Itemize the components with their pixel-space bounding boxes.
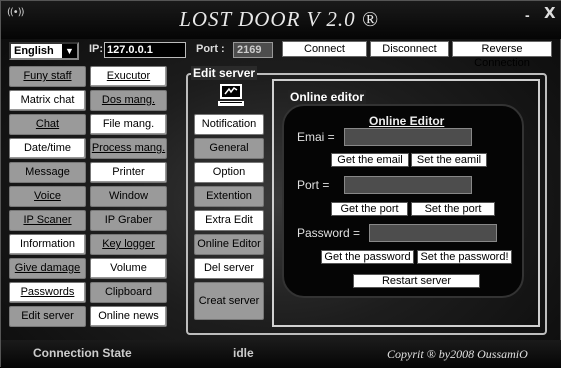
tool-button-label: Message — [25, 166, 70, 178]
tool-button-file-mang[interactable]: File mang. — [90, 114, 167, 135]
reverse-connection-button[interactable]: Reverse Connection — [452, 41, 552, 69]
computer-icon — [218, 84, 244, 106]
tool-button-label: Information — [19, 238, 76, 250]
tool-button-exucutor[interactable]: Exucutor — [90, 66, 167, 87]
tool-button-ip-graber[interactable]: IP Graber — [90, 210, 167, 231]
tool-button-label: Exucutor — [106, 70, 151, 82]
ip-label: IP: — [89, 43, 104, 55]
tool-button-label: File mang. — [102, 118, 155, 130]
set-email-button[interactable]: Set the eamil — [411, 153, 487, 167]
tool-button-label: Give damage — [14, 262, 81, 274]
edit-menu-creat-server[interactable]: Creat server — [194, 282, 264, 320]
port-field-label: Port = — [297, 178, 330, 192]
copyright-text: Copyrit ® by2008 OussamiO — [387, 347, 528, 361]
tool-button-label: Process mang. — [91, 142, 166, 154]
disconnect-button[interactable]: Disconnect — [370, 41, 449, 57]
edit-menu-online-editor[interactable]: Online Editor — [194, 234, 264, 255]
tool-button-voice[interactable]: Voice — [9, 186, 86, 207]
language-select[interactable]: English ▼ — [9, 42, 79, 60]
edit-menu-notification[interactable]: Notification — [194, 114, 264, 135]
tool-button-label: Key logger — [102, 238, 155, 250]
tool-button-label: IP Graber — [104, 214, 153, 226]
minimize-button[interactable]: - — [525, 7, 537, 23]
tool-button-label: Online news — [98, 310, 159, 322]
tool-button-dos-mang[interactable]: Dos mang. — [90, 90, 167, 111]
email-field[interactable] — [344, 128, 472, 146]
online-editor-group-title: Online editor — [288, 90, 367, 104]
tool-button-label: Funy staff — [23, 70, 72, 82]
tool-button-information[interactable]: Information — [9, 234, 86, 255]
get-email-button[interactable]: Get the email — [331, 153, 409, 167]
password-field[interactable] — [369, 224, 497, 242]
main-window: ((•)) LOST DOOR V 2.0 ® - X English ▼ IP… — [0, 0, 561, 368]
restart-server-button[interactable]: Restart server — [353, 274, 480, 288]
close-button[interactable]: X — [544, 4, 558, 22]
tool-button-key-logger[interactable]: Key logger — [90, 234, 167, 255]
window-title: LOST DOOR V 2.0 ® — [179, 7, 379, 31]
app-logo-icon: ((•)) — [7, 7, 25, 18]
tool-button-label: Voice — [34, 190, 61, 202]
tool-button-label: Dos mang. — [101, 94, 156, 106]
tool-button-label: Passwords — [20, 286, 75, 298]
port-field[interactable] — [344, 176, 472, 194]
tool-button-label: Date/time — [23, 142, 72, 154]
tool-button-edit-server[interactable]: Edit server — [9, 306, 86, 327]
tool-button-chat[interactable]: Chat — [9, 114, 86, 135]
edit-server-title: Edit server — [191, 66, 258, 80]
tool-button-passwords[interactable]: Passwords — [9, 282, 86, 303]
tool-button-funy-staff[interactable]: Funy staff — [9, 66, 86, 87]
tool-button-printer[interactable]: Printer — [90, 162, 167, 183]
tool-button-label: Matrix chat — [20, 94, 75, 106]
chevron-down-icon[interactable]: ▼ — [62, 44, 77, 58]
tool-button-window[interactable]: Window — [90, 186, 167, 207]
tool-button-give-damage[interactable]: Give damage — [9, 258, 86, 279]
set-password-button[interactable]: Set the password! — [417, 250, 512, 264]
set-port-button[interactable]: Set the port — [411, 202, 495, 216]
online-editor-title: Online Editor — [369, 114, 445, 128]
port-label: Port : — [196, 43, 225, 55]
tool-button-label: Window — [108, 190, 149, 202]
connection-state-value: idle — [233, 346, 254, 360]
edit-menu-general[interactable]: General — [194, 138, 264, 159]
ip-input[interactable]: 127.0.0.1 — [104, 42, 186, 58]
tool-button-label: Chat — [35, 118, 60, 130]
port-input[interactable]: 2169 — [233, 42, 273, 58]
edit-menu-del-server[interactable]: Del server — [194, 258, 264, 279]
tool-button-volume-controle[interactable]: Volume controle — [90, 258, 167, 293]
connect-button[interactable]: Connect — [282, 41, 367, 57]
tool-button-online-news[interactable]: Online news — [90, 306, 167, 327]
get-password-button[interactable]: Get the password — [321, 250, 414, 264]
tool-button-date-time[interactable]: Date/time — [9, 138, 86, 159]
tool-button-message[interactable]: Message — [9, 162, 86, 183]
tool-button-process-mang[interactable]: Process mang. — [90, 138, 167, 159]
get-port-button[interactable]: Get the port — [331, 202, 408, 216]
tool-button-matrix-chat[interactable]: Matrix chat — [9, 90, 86, 111]
tool-button-label: Edit server — [21, 310, 74, 322]
tool-button-label: Printer — [112, 166, 145, 178]
tool-button-clipboard[interactable]: Clipboard — [90, 282, 167, 303]
tool-button-label: Clipboard — [104, 286, 153, 298]
language-value: English — [14, 45, 54, 57]
edit-menu-option[interactable]: Option — [194, 162, 264, 183]
connection-state-label: Connection State — [33, 346, 132, 360]
password-label: Password = — [297, 226, 361, 240]
edit-menu-extra-edit[interactable]: Extra Edit — [194, 210, 264, 231]
edit-menu-extention[interactable]: Extention — [194, 186, 264, 207]
tool-button-label: IP Scaner — [23, 214, 72, 226]
email-label: Emai = — [297, 130, 335, 144]
tool-button-ip-scaner[interactable]: IP Scaner — [9, 210, 86, 231]
